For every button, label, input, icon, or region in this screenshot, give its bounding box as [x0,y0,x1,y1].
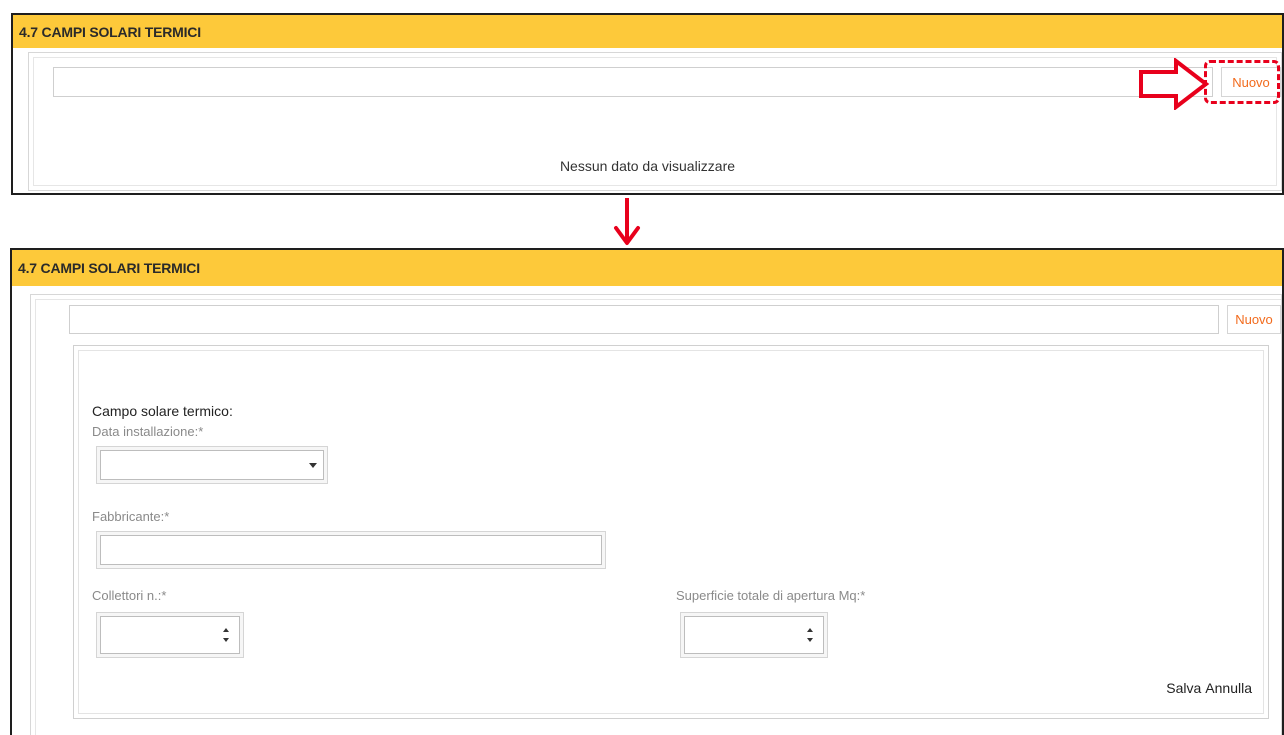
save-button[interactable]: Salva [1166,680,1201,696]
section-header: 4.7 CAMPI SOLARI TERMICI [12,250,1282,286]
grid-toolbar [53,67,1213,97]
data-installazione-select[interactable] [96,446,328,484]
new-button[interactable]: Nuovo [1227,305,1281,334]
collettori-stepper[interactable] [96,612,244,658]
collettori-label: Collettori n.:* [92,588,167,603]
highlight-box [1204,60,1280,104]
superficie-stepper[interactable] [680,612,828,658]
form-title: Campo solare termico: [92,403,233,419]
pointer-arrow-icon [1139,58,1210,110]
campi-solari-panel-expanded: 4.7 CAMPI SOLARI TERMICI Nuovo Campo sol… [10,248,1284,735]
section-header: 4.7 CAMPI SOLARI TERMICI [13,15,1282,48]
section-title: 4.7 CAMPI SOLARI TERMICI [19,23,201,40]
superficie-label: Superficie totale di apertura Mq:* [676,588,866,603]
spinner-icon[interactable] [223,628,231,642]
down-arrow-icon [614,198,640,245]
fabbricante-input[interactable] [96,531,606,569]
empty-grid-message: Nessun dato da visualizzare [559,158,736,174]
spinner-icon[interactable] [807,628,815,642]
new-button-label: Nuovo [1235,312,1273,327]
grid-toolbar [69,305,1219,334]
section-title: 4.7 CAMPI SOLARI TERMICI [18,260,200,276]
campi-solari-panel-collapsed: 4.7 CAMPI SOLARI TERMICI Nuovo Nessun da… [11,13,1284,195]
chevron-down-icon[interactable] [309,463,317,468]
data-installazione-label: Data installazione:* [92,424,204,439]
cancel-button[interactable]: Annulla [1205,680,1252,696]
form-actions: Salva Annulla [1166,680,1252,696]
fabbricante-label: Fabbricante:* [92,509,170,524]
